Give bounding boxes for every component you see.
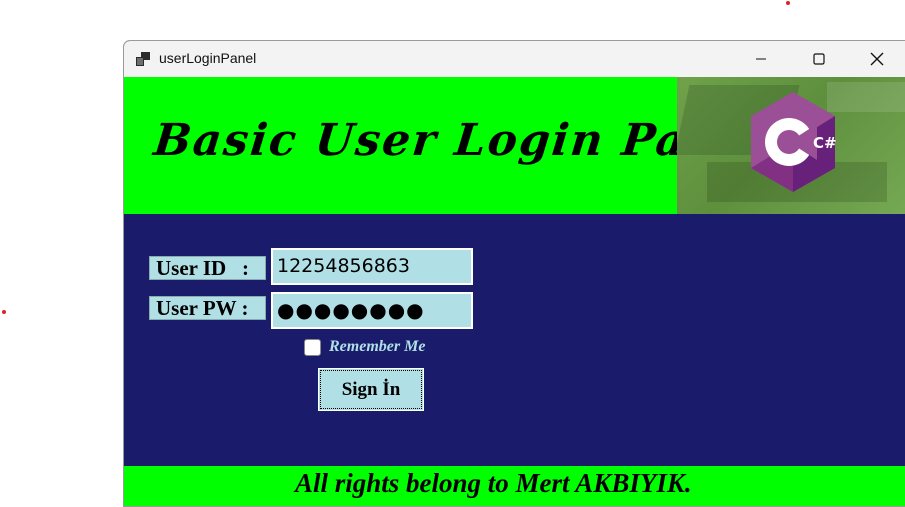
remember-me-option[interactable]: Remember Me	[304, 338, 425, 356]
red-dot-marker	[2, 310, 6, 314]
minimize-icon	[756, 58, 766, 60]
remember-me-checkbox[interactable]	[304, 338, 321, 356]
close-button[interactable]	[848, 41, 905, 77]
red-dot-marker	[786, 1, 790, 5]
footer-banner: All rights belong to Mert AKBIYIK.	[124, 466, 905, 506]
remember-me-label[interactable]: Remember Me	[329, 338, 425, 356]
maximize-icon	[813, 53, 825, 65]
minimize-button[interactable]	[732, 41, 790, 77]
userid-input[interactable]: 12254856863	[271, 248, 473, 285]
password-input[interactable]: ●●●●●●●●	[271, 292, 473, 329]
sign-in-button[interactable]: Sign İn	[318, 368, 424, 411]
login-form: User ID : 12254856863 User PW : ●●●●●●●●…	[124, 214, 905, 466]
header-banner: Basic User Login Page C#	[124, 77, 905, 214]
logo-image: C#	[677, 77, 905, 214]
title-bar[interactable]: userLoginPanel	[124, 41, 905, 78]
userid-label: User ID :	[149, 256, 266, 280]
copyright-text: All rights belong to Mert AKBIYIK.	[295, 468, 692, 498]
maximize-button[interactable]	[790, 41, 848, 77]
close-icon	[870, 52, 884, 66]
page-title: Basic User Login Page	[151, 115, 752, 166]
app-window-icon	[136, 52, 150, 66]
userpw-label: User PW :	[149, 296, 266, 320]
login-window: userLoginPanel Basic User Login Page C# …	[123, 40, 905, 507]
csharp-logo-icon: C#	[751, 92, 837, 192]
svg-text:C#: C#	[813, 134, 837, 152]
window-title: userLoginPanel	[159, 50, 257, 66]
